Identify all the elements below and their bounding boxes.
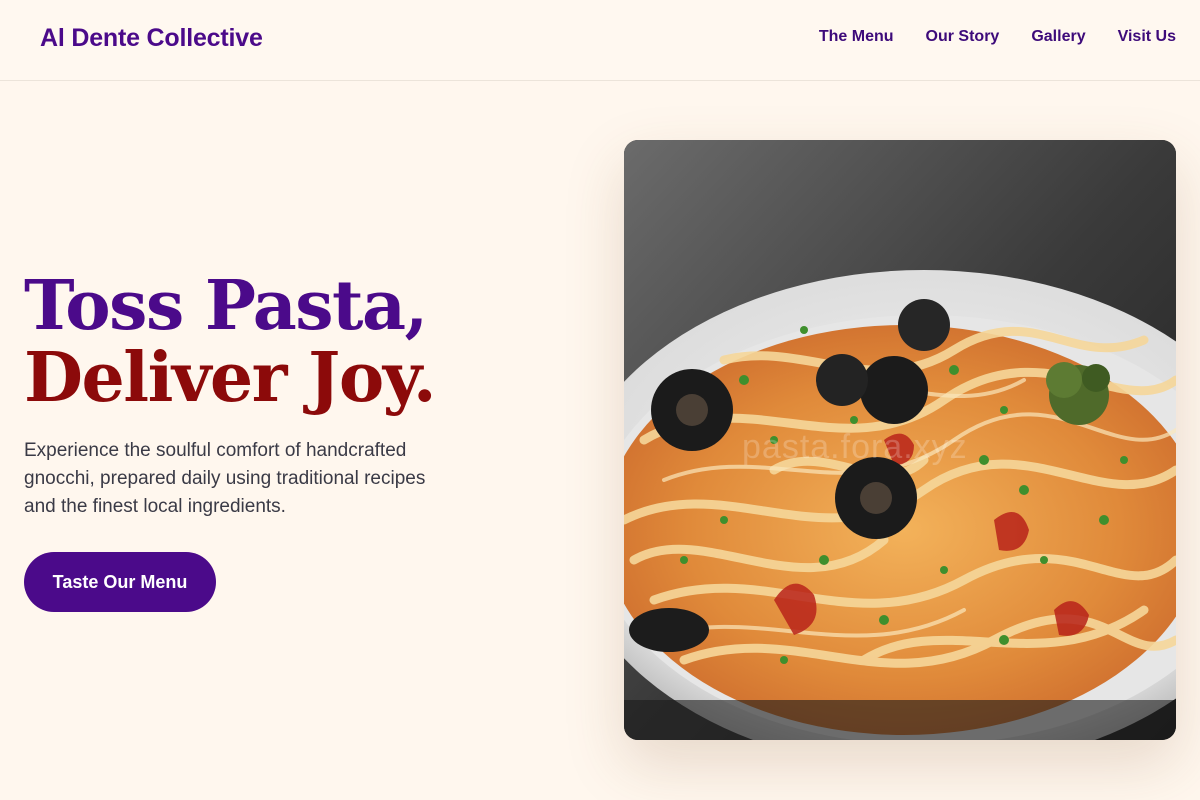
nav-link-gallery[interactable]: Gallery xyxy=(1031,28,1085,46)
hero-title-line2: Deliver Joy. xyxy=(24,338,437,418)
hero-description: Experience the soulful comfort of handcr… xyxy=(24,440,426,517)
nav-link-menu[interactable]: The Menu xyxy=(819,28,894,46)
taste-menu-button[interactable]: Taste Our Menu xyxy=(24,552,216,612)
brand-logo[interactable]: Al Dente Collective xyxy=(40,24,263,53)
hero-title: Toss Pasta, Deliver Joy. xyxy=(24,266,437,418)
site-header: Al Dente Collective The Menu Our Story G… xyxy=(0,0,1200,81)
hero-title-line1: Toss Pasta, xyxy=(24,266,428,346)
nav-link-our-story[interactable]: Our Story xyxy=(926,28,1000,46)
hero-pasta-image: pasta.fora.xyz xyxy=(624,140,1176,740)
image-watermark: pasta.fora.xyz xyxy=(742,428,968,466)
main-nav: The Menu Our Story Gallery Visit Us xyxy=(819,28,1176,46)
nav-link-visit-us[interactable]: Visit Us xyxy=(1118,28,1176,46)
